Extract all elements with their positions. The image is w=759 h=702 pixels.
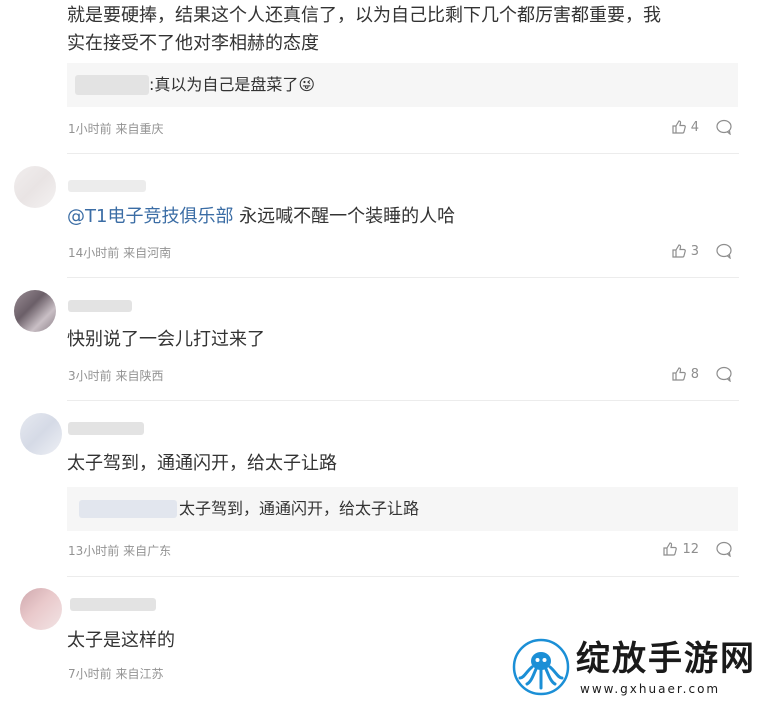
comment-meta: 14小时前 来自河南 — [68, 246, 172, 260]
divider — [67, 576, 739, 577]
reply-box: 太子驾到，通通闪开，给太子让路 — [67, 487, 738, 531]
avatar[interactable] — [14, 166, 56, 208]
avatar[interactable] — [20, 413, 62, 455]
reply-text: 太子驾到，通通闪开，给太子让路 — [179, 499, 420, 518]
blurred-username[interactable] — [68, 422, 144, 435]
comment-text-line: 就是要硬捧，结果这个人还真信了，以为自己比剩下几个都厉害都重要，我 — [67, 5, 661, 26]
thumbs-up-icon — [672, 367, 686, 381]
avatar[interactable] — [20, 588, 62, 630]
comment-bubble-icon[interactable] — [713, 243, 735, 259]
avatar[interactable] — [14, 290, 56, 332]
like-button[interactable]: 4 — [671, 119, 699, 135]
comment-text: @T1电子竞技俱乐部 永远喊不醒一个装睡的人哈 — [67, 203, 455, 231]
comment-body: 永远喊不醒一个装睡的人哈 — [233, 206, 456, 227]
thumbs-up-icon — [672, 120, 686, 134]
like-button[interactable]: 3 — [671, 243, 699, 259]
comment-text: 快别说了一会儿打过来了 — [67, 329, 265, 350]
comment-text-line: 实在接受不了他对李相赫的态度 — [67, 33, 319, 54]
comment-bubble-icon[interactable] — [713, 366, 735, 382]
blurred-username[interactable] — [70, 598, 156, 611]
divider — [67, 277, 739, 278]
comment-text: 太子驾到，通通闪开，给太子让路 — [67, 453, 337, 474]
comment-meta: 7小时前 来自江苏 — [68, 667, 164, 681]
comment-bubble-icon[interactable] — [713, 541, 735, 557]
reply-box: :真以为自己是盘菜了😜 — [67, 63, 738, 107]
like-button[interactable]: 8 — [671, 366, 699, 382]
comment-actions: 12 — [662, 540, 735, 558]
comment-bubble-icon[interactable] — [713, 119, 735, 135]
comment-meta: 1小时前 来自重庆 — [68, 122, 164, 136]
octopus-logo-icon — [512, 638, 570, 696]
comment-actions: 8 — [671, 365, 735, 383]
like-count: 4 — [690, 119, 699, 135]
watermark-url: www.gxhuaer.com — [580, 682, 721, 696]
comment-meta: 3小时前 来自陕西 — [68, 369, 164, 383]
comment-actions: 4 — [671, 118, 735, 136]
like-count: 8 — [690, 366, 699, 382]
reply-text: :真以为自己是盘菜了😜 — [149, 75, 316, 94]
comment-text: 太子是这样的 — [67, 630, 175, 651]
like-count: 12 — [682, 541, 699, 557]
comment-actions: 3 — [671, 242, 735, 260]
like-count: 3 — [690, 243, 699, 259]
watermark-brand: 绽放手游网 — [576, 639, 756, 679]
blurred-username — [75, 75, 149, 95]
blurred-username[interactable] — [68, 300, 132, 312]
mention-link[interactable]: @T1电子竞技俱乐部 — [67, 206, 233, 227]
comment-meta: 13小时前 来自广东 — [68, 544, 172, 558]
thumbs-up-icon — [672, 244, 686, 258]
like-button[interactable]: 12 — [662, 541, 699, 557]
divider — [67, 153, 739, 154]
thumbs-up-icon — [663, 542, 678, 556]
watermark: 绽放手游网 www.gxhuaer.com — [508, 632, 759, 702]
blurred-username — [79, 500, 177, 518]
divider — [67, 400, 739, 401]
blurred-username[interactable] — [68, 180, 146, 192]
